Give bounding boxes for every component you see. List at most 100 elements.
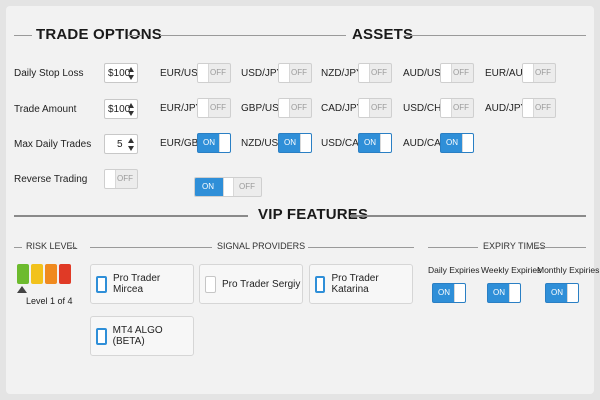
asset-label-usd-jpy: USD/JPY xyxy=(241,68,284,79)
weekly-expiries-label: Weekly Expiries xyxy=(481,265,542,275)
toggle-knob xyxy=(380,134,391,152)
master-off-label: OFF xyxy=(239,182,255,191)
reverse-trading-label: Reverse Trading xyxy=(14,174,88,185)
toggle-knob xyxy=(462,134,473,152)
signal-providers-rule-right xyxy=(308,247,414,248)
toggle-state: OFF xyxy=(535,103,551,112)
signal-provider-katarina[interactable]: Pro Trader Katarina xyxy=(309,264,413,304)
expiry-times-title: EXPIRY TIMES xyxy=(480,241,549,251)
checkbox-icon[interactable] xyxy=(96,327,107,345)
max-daily-trades-label: Max Daily Trades xyxy=(14,139,92,150)
toggle-state: OFF xyxy=(210,68,226,77)
trade-amount-label: Trade Amount xyxy=(14,104,77,115)
asset-label-cad-jpy: CAD/JPY xyxy=(321,103,364,114)
toggle-knob xyxy=(300,134,311,152)
toggle-knob xyxy=(359,64,370,82)
risk-level-bar-2 xyxy=(31,264,43,284)
toggle-state: OFF xyxy=(371,68,387,77)
risk-level-rule-right xyxy=(70,247,76,248)
toggle-knob xyxy=(441,99,452,117)
toggle-knob xyxy=(567,284,578,302)
asset-toggle-eur-usd[interactable]: OFF xyxy=(197,63,231,83)
toggle-knob xyxy=(523,64,534,82)
vip-rule-left xyxy=(14,215,248,217)
trade-options-rule-right xyxy=(128,35,142,36)
stepper-arrows-icon[interactable] xyxy=(128,103,134,116)
max-daily-trades-stepper[interactable]: 5 xyxy=(104,134,138,154)
toggle-knob xyxy=(441,64,452,82)
monthly-expiries-label: Monthly Expiries xyxy=(537,265,600,275)
toggle-knob xyxy=(523,99,534,117)
toggle-state: ON xyxy=(203,138,215,147)
toggle-knob xyxy=(509,284,520,302)
assets-rule-right xyxy=(404,35,586,36)
risk-level-bar-1 xyxy=(17,264,29,284)
expiry-times-rule-left xyxy=(428,247,478,248)
trade-options-rule-left xyxy=(14,35,32,36)
signal-provider-label: MT4 ALGO (BETA) xyxy=(112,325,163,347)
vip-rule-right xyxy=(350,215,586,217)
signal-provider-mircea[interactable]: Pro Trader Mircea xyxy=(90,264,194,304)
trade-amount-stepper[interactable]: $100 xyxy=(104,99,138,119)
risk-level-rule-left xyxy=(14,247,22,248)
asset-toggle-nzd-jpy[interactable]: OFF xyxy=(358,63,392,83)
risk-level-bar-4 xyxy=(59,264,71,284)
weekly-expiries-toggle[interactable]: ON xyxy=(487,283,521,303)
asset-toggle-aud-cad[interactable]: ON xyxy=(440,133,474,153)
asset-label-eur-jpy: EUR/JPY xyxy=(160,103,203,114)
toggle-state: OFF xyxy=(117,174,133,183)
asset-label-aud-jpy: AUD/JPY xyxy=(485,103,528,114)
daily-expiries-toggle[interactable]: ON xyxy=(432,283,466,303)
assets-rule-left xyxy=(160,35,346,36)
signal-providers-rule-left xyxy=(90,247,212,248)
signal-provider-label: Pro Trader Sergiy xyxy=(222,278,301,290)
asset-toggle-aud-usd[interactable]: OFF xyxy=(440,63,474,83)
asset-toggle-eur-jpy[interactable]: OFF xyxy=(197,98,231,118)
asset-toggle-usd-cad[interactable]: ON xyxy=(358,133,392,153)
assets-master-toggle[interactable]: ON OFF xyxy=(194,177,262,197)
asset-toggle-gbp-usd[interactable]: OFF xyxy=(278,98,312,118)
trade-options-title: TRADE OPTIONS xyxy=(36,26,162,43)
reverse-trading-toggle[interactable]: OFF xyxy=(104,169,138,189)
daily-stop-loss-value: $100 xyxy=(108,67,131,79)
toggle-state: ON xyxy=(446,138,458,147)
toggle-knob xyxy=(105,170,116,188)
toggle-knob xyxy=(223,178,234,196)
asset-toggle-cad-jpy[interactable]: OFF xyxy=(358,98,392,118)
stepper-arrows-icon[interactable] xyxy=(128,67,134,80)
toggle-knob xyxy=(454,284,465,302)
daily-expiries-label: Daily Expiries xyxy=(428,265,480,275)
daily-stop-loss-stepper[interactable]: $100 xyxy=(104,63,138,83)
signal-provider-mt4-algo[interactable]: MT4 ALGO (BETA) xyxy=(90,316,194,356)
toggle-state: OFF xyxy=(453,68,469,77)
toggle-state: ON xyxy=(364,138,376,147)
signal-provider-label: Pro Trader Mircea xyxy=(113,273,161,295)
risk-level-bar-3 xyxy=(45,264,57,284)
toggle-state: OFF xyxy=(210,103,226,112)
toggle-knob xyxy=(219,134,230,152)
monthly-expiries-toggle[interactable]: ON xyxy=(545,283,579,303)
checkbox-icon[interactable] xyxy=(96,275,107,293)
trade-amount-value: $100 xyxy=(108,103,131,115)
signal-provider-sergiy[interactable]: Pro Trader Sergiy xyxy=(199,264,303,304)
stepper-arrows-icon[interactable] xyxy=(128,138,134,151)
toggle-state: ON xyxy=(438,288,450,297)
asset-toggle-aud-jpy[interactable]: OFF xyxy=(522,98,556,118)
risk-level-text: Level 1 of 4 xyxy=(26,296,73,306)
asset-label-nzd-jpy: NZD/JPY xyxy=(321,68,363,79)
checkbox-icon[interactable] xyxy=(205,275,216,293)
toggle-knob xyxy=(279,64,290,82)
asset-toggle-usd-chf[interactable]: OFF xyxy=(440,98,474,118)
toggle-state: OFF xyxy=(371,103,387,112)
toggle-state: ON xyxy=(551,288,563,297)
checkbox-icon[interactable] xyxy=(315,275,326,293)
toggle-knob xyxy=(279,99,290,117)
signal-provider-label: Pro Trader Katarina xyxy=(331,273,379,295)
asset-toggle-nzd-usd[interactable]: ON xyxy=(278,133,312,153)
toggle-knob xyxy=(359,99,370,117)
toggle-state: OFF xyxy=(535,68,551,77)
asset-toggle-eur-gbp[interactable]: ON xyxy=(197,133,231,153)
asset-toggle-usd-jpy[interactable]: OFF xyxy=(278,63,312,83)
asset-toggle-eur-aud[interactable]: OFF xyxy=(522,63,556,83)
daily-stop-loss-label: Daily Stop Loss xyxy=(14,68,84,79)
